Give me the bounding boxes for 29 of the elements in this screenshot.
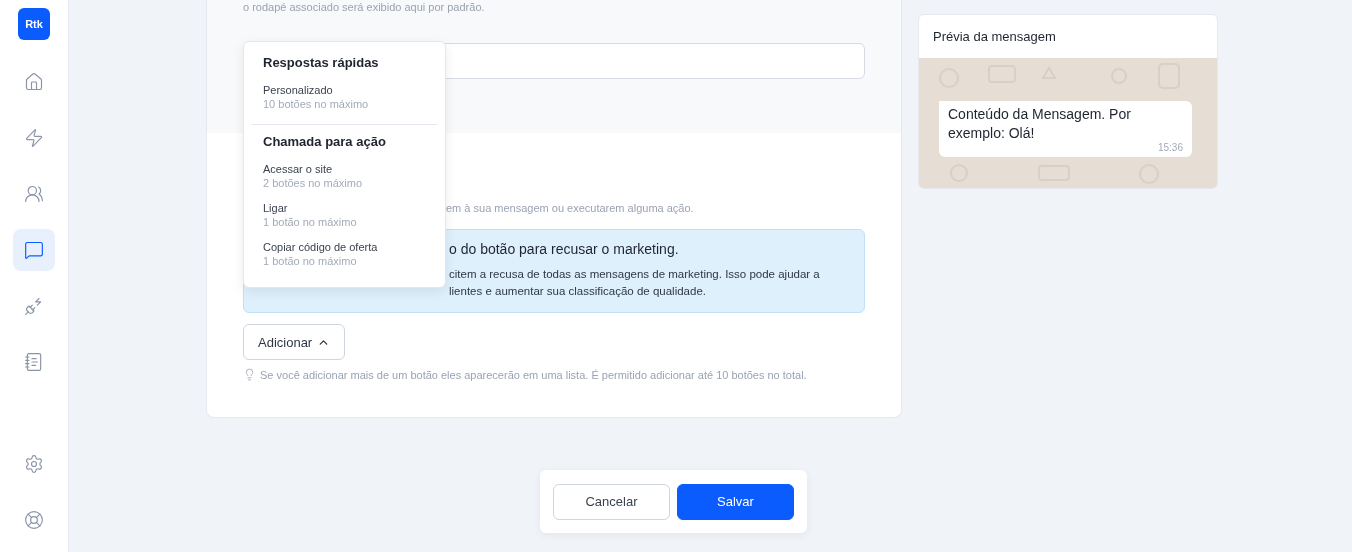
footer-note: o rodapé associado será exibido aqui por padrão. — [243, 0, 486, 15]
plug-icon — [24, 296, 44, 316]
logo[interactable]: Rtk — [18, 8, 50, 40]
chat-icon — [24, 240, 44, 260]
save-button[interactable]: Salvar — [677, 483, 794, 520]
cancel-button[interactable]: Cancelar — [553, 483, 670, 520]
info-text: lientes e aumentar sua classificação de qualidade. — [449, 284, 707, 299]
lightning-icon — [24, 128, 44, 148]
add-button[interactable]: Adicionar — [243, 324, 346, 360]
home-icon — [24, 72, 44, 92]
menu-option[interactable]: Ligar 1 botão no máximo — [252, 197, 437, 236]
message-time: 15:36 — [1157, 142, 1183, 153]
message-text: Conteúdo da Mensagem. Por exemplo: Olá! — [948, 105, 1132, 143]
lifebuoy-icon — [24, 510, 44, 530]
preview-title: Prévia da mensagem — [932, 28, 1057, 46]
users-icon — [24, 184, 44, 204]
menu-option[interactable]: Acessar o site 2 botões no máximo — [252, 158, 437, 197]
sidebar-item[interactable] — [13, 229, 55, 271]
settings-icon — [24, 454, 44, 474]
group-title: Respostas rápidas — [262, 54, 380, 72]
lightbulb-icon — [243, 368, 256, 381]
note-icon — [24, 352, 44, 372]
menu-option[interactable]: Personalizado 10 botões no máximo — [252, 79, 437, 118]
info-title: o do botão para recusar o marketing. — [449, 241, 680, 257]
menu-option[interactable]: Copiar código de oferta 1 botão no máximo — [252, 236, 437, 275]
hint-text: Se você adicionar mais de um botão eles aparecerão em uma lista. É permitido adicionar até 10 botões no total. — [260, 368, 807, 381]
group-title: Chamada para ação — [262, 133, 387, 151]
info-text: citem a recusa de todas as mensagens de marketing. Isso pode ajudar a — [449, 267, 821, 282]
description: em à sua mensagem ou executarem alguma ação. — [446, 202, 694, 214]
